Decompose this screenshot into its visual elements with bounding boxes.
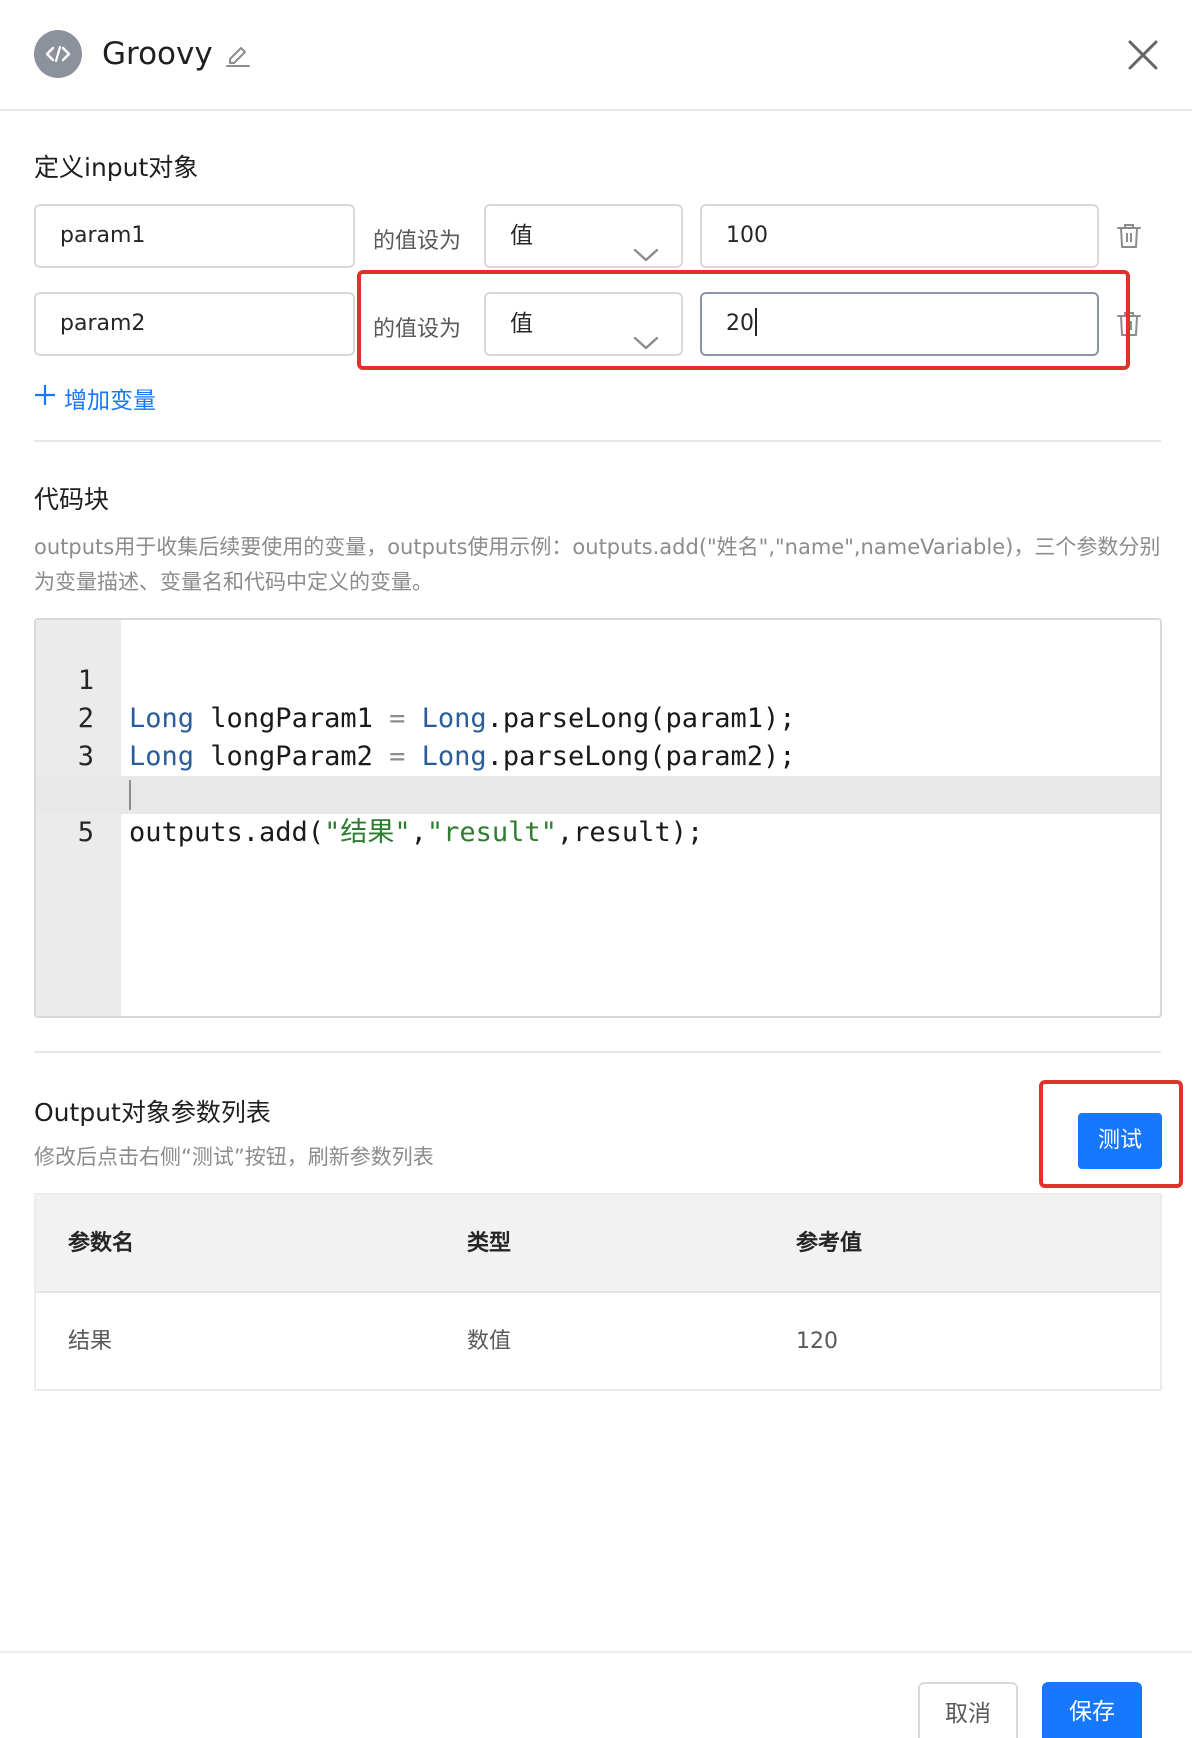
table-cell: 结果 (68, 1329, 113, 1354)
code-line: 2 Long longParam2 = Long.parseLong(param… (36, 662, 1160, 772)
code-line: 3 Long result = longParam1 + longParam2; (36, 700, 1160, 810)
output-params-table: 参数名 类型 参考值 结果 数值 120 (34, 1193, 1162, 1391)
code-line: 4 outputs.add("结果","result",result); (36, 738, 1160, 848)
code-line-active: 5 (36, 776, 1160, 848)
column-header-type: 类型 (467, 1231, 512, 1256)
table-cell: 120 (796, 1329, 838, 1354)
column-header-ref-value: 参考值 (796, 1231, 863, 1256)
cancel-button[interactable]: 取消 (918, 1682, 1018, 1738)
output-section-title: Output对象参数列表 (34, 1098, 271, 1127)
chevron-down-icon (633, 314, 659, 374)
plus-icon (34, 384, 56, 412)
delete-icon[interactable] (1116, 222, 1142, 254)
delete-icon[interactable] (1116, 310, 1142, 342)
param-name-input-2[interactable]: param2 (34, 292, 355, 356)
edit-icon[interactable] (224, 40, 252, 72)
code-text: outputs.add("结果","result",result); (129, 817, 704, 848)
chevron-down-icon (633, 226, 659, 286)
add-variable-label: 增加变量 (64, 388, 156, 414)
param-name-input-1[interactable]: param1 (34, 204, 355, 268)
column-header-param-name: 参数名 (68, 1231, 135, 1256)
table-header: 参数名 类型 参考值 (36, 1195, 1160, 1293)
dialog-title: Groovy (102, 36, 213, 72)
close-icon[interactable] (1126, 38, 1160, 76)
line-number: 5 (77, 817, 94, 848)
test-button[interactable]: 测试 (1078, 1113, 1162, 1169)
code-section-description: outputs用于收集后续要使用的变量，outputs使用示例：outputs.… (34, 535, 1161, 594)
code-section-title: 代码块 (34, 485, 110, 514)
text-cursor (129, 780, 131, 810)
param-value-input-2[interactable]: 20 (700, 292, 1099, 356)
value-assign-label-1: 的值设为 (373, 229, 462, 254)
section-divider (34, 1051, 1161, 1053)
dialog-header: Groovy (0, 0, 1192, 111)
value-type-select-2[interactable]: 值 (484, 292, 683, 356)
save-button[interactable]: 保存 (1042, 1682, 1142, 1738)
code-icon (34, 30, 82, 78)
param-value-text-2: 20 (726, 311, 754, 336)
value-type-selected-2: 值 (510, 311, 533, 337)
table-cell: 数值 (467, 1329, 512, 1354)
value-type-selected-1: 值 (510, 223, 533, 249)
value-assign-label-2: 的值设为 (373, 317, 462, 342)
text-cursor (755, 308, 757, 336)
dialog-footer: 取消 保存 (0, 1651, 1192, 1738)
input-section-title: 定义input对象 (34, 153, 199, 182)
add-variable-link[interactable]: 增加变量 (34, 381, 156, 415)
param-value-input-1[interactable]: 100 (700, 204, 1099, 268)
section-divider (34, 440, 1161, 442)
code-line: 1 Long longParam1 = Long.parseLong(param… (36, 624, 1160, 734)
output-section-description: 修改后点击右侧“测试”按钮，刷新参数列表 (34, 1145, 434, 1169)
value-type-select-1[interactable]: 值 (484, 204, 683, 268)
code-editor[interactable]: 1 Long longParam1 = Long.parseLong(param… (34, 618, 1162, 1018)
